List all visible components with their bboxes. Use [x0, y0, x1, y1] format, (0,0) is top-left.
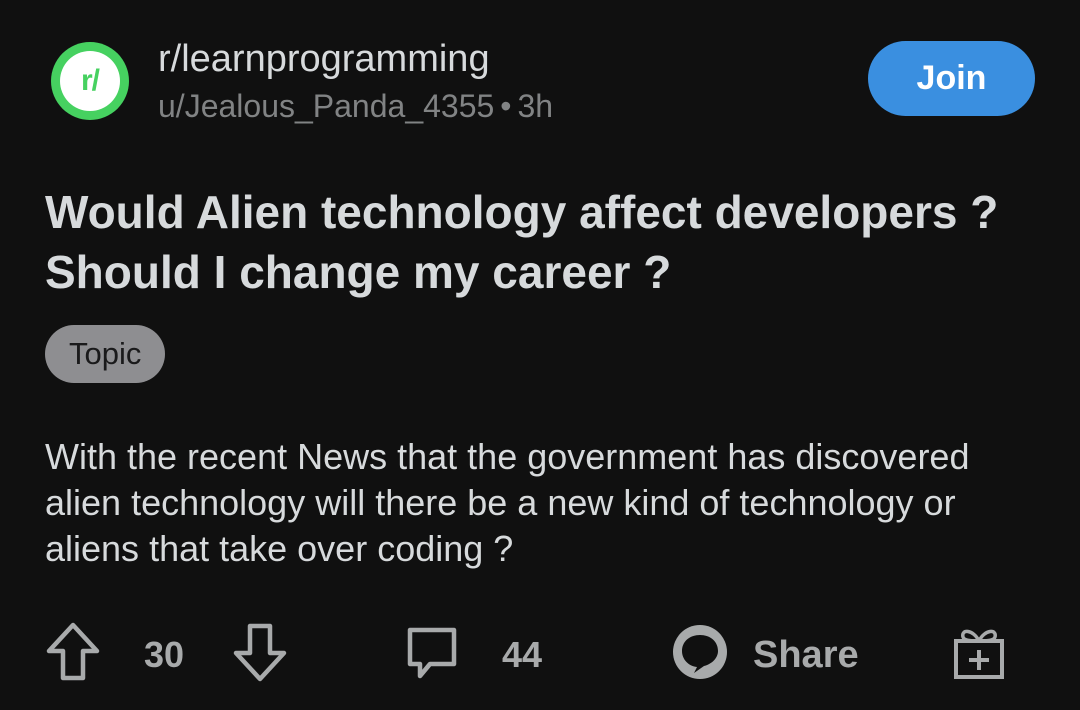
share-icon[interactable]	[670, 620, 730, 684]
meta-separator: •	[500, 88, 512, 124]
subreddit-avatar-text: r/	[60, 51, 120, 111]
post-body[interactable]: With the recent News that the government…	[45, 434, 1045, 572]
subreddit-avatar[interactable]: r/	[51, 42, 129, 120]
post-flair[interactable]: Topic	[45, 325, 166, 383]
post-header: r/ r/learnprogramming u/Jealous_Panda_43…	[0, 0, 1080, 140]
upvote-arrow-icon[interactable]	[45, 620, 101, 684]
gift-award-icon[interactable]	[950, 620, 1008, 684]
post-title[interactable]: Would Alien technology affect developers…	[45, 182, 1045, 302]
downvote-arrow-icon[interactable]	[232, 620, 288, 684]
post-age: 3h	[517, 88, 554, 124]
subreddit-name[interactable]: r/learnprogramming	[158, 38, 490, 81]
post-actions-bar: 30 44 Share	[0, 620, 1080, 690]
post-meta: u/Jealous_Panda_4355 • 3h	[158, 88, 553, 125]
join-button[interactable]: Join	[868, 41, 1035, 116]
comment-bubble-icon[interactable]	[404, 620, 460, 684]
comment-count[interactable]: 44	[502, 634, 542, 676]
vote-score: 30	[144, 634, 185, 675]
author-name[interactable]: u/Jealous_Panda_4355	[158, 88, 494, 124]
share-button[interactable]: Share	[753, 634, 859, 677]
